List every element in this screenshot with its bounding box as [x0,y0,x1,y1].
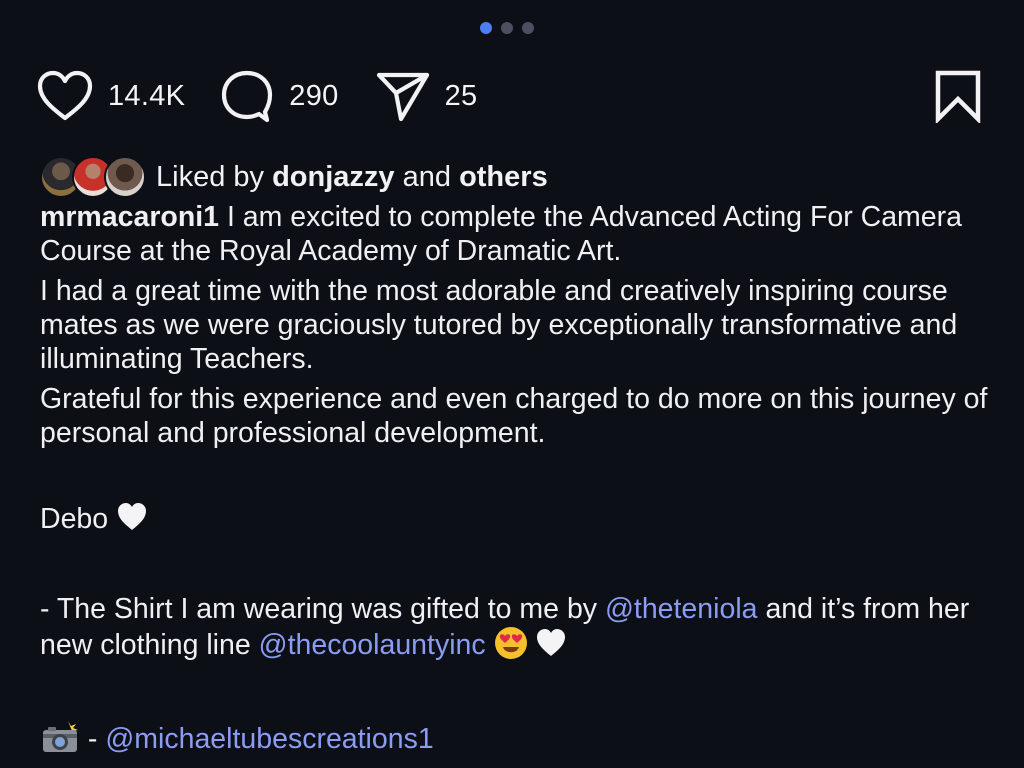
mention-link[interactable]: @michaeltubescreations1 [105,723,433,755]
comments-count: 290 [289,79,339,112]
caption-signoff: Debo [40,503,109,535]
caption-text: - The Shirt I am wearing was gifted to m… [40,593,598,625]
shares-count: 25 [444,79,478,112]
like-button[interactable]: 14.4K [36,70,185,122]
liker-avatars [40,156,146,198]
caption-paragraph: Grateful for this experience and even ch… [40,383,988,449]
carousel-indicator [480,22,534,34]
liked-by-row[interactable]: Liked by donjazzy and others [40,156,548,198]
liked-by-user-link[interactable]: donjazzy [272,161,394,194]
liked-by-others-link[interactable]: others [459,161,548,194]
heart-eyes-emoji-icon [494,626,528,668]
share-button[interactable]: 25 [375,69,478,123]
liked-by-label: Liked by [156,160,265,193]
post-caption: mrmacaroni1 I am excited to complete the… [40,200,990,768]
save-button[interactable] [934,69,982,123]
bookmark-icon [934,69,982,123]
carousel-dot-active [480,22,492,34]
avatar [104,156,146,198]
caption-paragraph: I had a great time with the most adorabl… [40,275,958,375]
white-heart-icon [535,628,567,666]
comment-button[interactable]: 290 [219,68,338,124]
likes-count: 14.4K [108,79,186,112]
carousel-dot [501,22,513,34]
share-icon [375,69,431,123]
mention-link[interactable]: @thecoolauntyinc [259,629,486,661]
liked-by-connector: and [402,160,451,193]
camera-flash-icon [40,720,80,762]
comment-icon [219,68,275,124]
mention-link[interactable]: @theteniola [605,593,758,625]
carousel-dot [522,22,534,34]
caption-username[interactable]: mrmacaroni1 [40,201,219,233]
post-action-bar: 14.4K 290 25 [36,68,984,124]
caption-text: - [87,723,98,755]
white-heart-icon [116,502,148,540]
heart-icon [36,70,94,122]
